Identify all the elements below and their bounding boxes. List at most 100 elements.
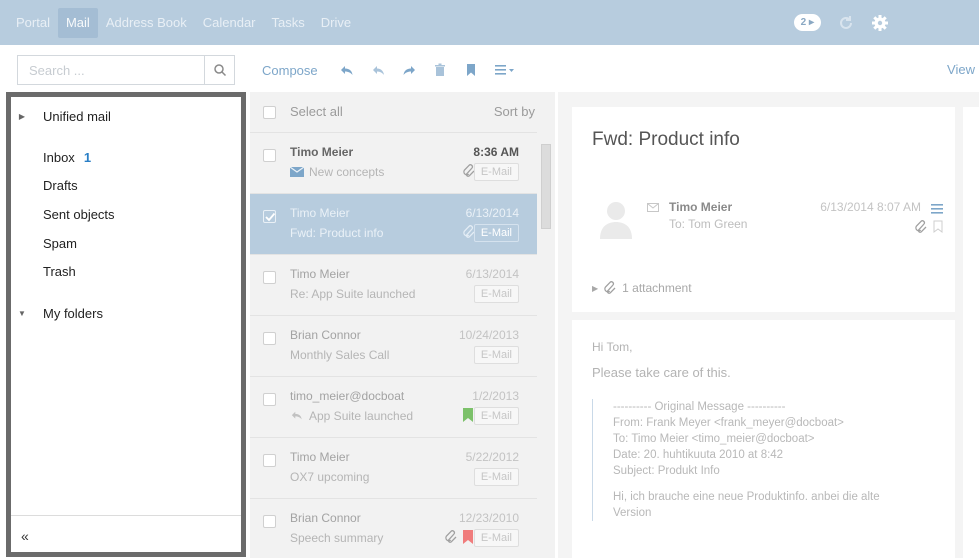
search-button[interactable] — [204, 56, 234, 84]
item-checkbox-checked[interactable] — [263, 210, 276, 223]
quote-line: Date: 20. huhtikuuta 2010 at 8:42 — [613, 449, 784, 461]
mail-date: 10/24/2013 — [458, 328, 519, 342]
mail-list-item[interactable]: Timo Meier 8:36 AM New concepts E-Mail — [250, 132, 537, 193]
folder-label: Spam — [43, 235, 77, 251]
envelope-outline-icon — [647, 203, 659, 212]
mail-detail-card: Fwd: Product info Timo Meier To: Tom Gre… — [572, 107, 955, 558]
folder-label: My folders — [43, 305, 103, 321]
item-checkbox[interactable] — [263, 454, 276, 467]
scrollbar-thumb[interactable] — [541, 144, 551, 229]
quote-line: ---------- Original Message ---------- — [613, 401, 786, 413]
mail-subject: Re: App Suite launched — [290, 287, 416, 301]
quote-line: Subject: Produkt Info — [613, 465, 720, 477]
top-navigation-bar: Portal Mail Address Book Calendar Tasks … — [0, 0, 979, 45]
app-tab-address-book[interactable]: Address Book — [98, 8, 195, 38]
checkmark-icon — [265, 212, 276, 222]
mail-date: 1/2/2013 — [472, 389, 519, 403]
app-tab-calendar[interactable]: Calendar — [195, 8, 264, 38]
mail-subject: New concepts — [309, 165, 385, 179]
reply-all-icon[interactable] — [370, 62, 386, 78]
mail-account-tag: E-Mail — [473, 346, 519, 364]
reply-icon[interactable] — [339, 62, 355, 78]
delete-trash-icon[interactable] — [432, 62, 448, 78]
expand-caret-icon[interactable]: ▶ — [11, 112, 33, 121]
mail-date: 12/23/2010 — [458, 511, 519, 525]
detail-menu-icon[interactable] — [931, 202, 943, 217]
item-checkbox[interactable] — [263, 149, 276, 162]
collapse-caret-icon[interactable]: ▼ — [11, 309, 33, 318]
item-checkbox[interactable] — [263, 515, 276, 528]
mail-list-item[interactable]: timo_meier@docboat 1/2/2013 App Suite la… — [250, 376, 537, 437]
folder-label: Trash — [43, 263, 76, 279]
topbar-actions: 2 ▸ — [793, 0, 889, 45]
mail-subject-row: OX7 upcoming — [290, 470, 369, 484]
folder-my-folders[interactable]: ▼ My folders — [11, 299, 241, 327]
more-actions-menu-icon[interactable] — [494, 62, 518, 78]
mail-list-item[interactable]: Timo Meier 5/22/2012 OX7 upcoming E-Mail — [250, 437, 537, 498]
folder-label: Drafts — [43, 177, 78, 193]
mail-list-item[interactable]: Timo Meier 6/13/2014 Re: App Suite launc… — [250, 254, 537, 315]
search-placeholder: Search ... — [29, 63, 85, 78]
sender-name[interactable]: Timo Meier — [669, 200, 732, 214]
quoted-message-block: ---------- Original Message ---------- F… — [592, 399, 932, 521]
secondary-pane-card — [963, 107, 979, 558]
mail-list-item[interactable]: Brian Connor 12/23/2010 Speech summary E… — [250, 498, 537, 558]
item-checkbox[interactable] — [263, 393, 276, 406]
quote-body: Hi, ich brauche eine neue Produktinfo. a… — [613, 491, 880, 519]
double-chevron-left-icon: « — [21, 528, 29, 544]
select-all-checkbox[interactable] — [263, 106, 276, 119]
folder-unified-mail[interactable]: ▶ Unified mail — [11, 102, 241, 130]
mail-subject: OX7 upcoming — [290, 470, 370, 484]
view-button[interactable]: View — [947, 62, 975, 77]
app-tab-tasks[interactable]: Tasks — [264, 8, 313, 38]
mail-list-scrollbar[interactable] — [540, 134, 552, 554]
mail-subject-row: App Suite launched — [290, 409, 413, 423]
mail-account-tag: E-Mail — [473, 285, 519, 303]
item-checkbox[interactable] — [263, 271, 276, 284]
folder-inbox[interactable]: Inbox 1 — [11, 143, 241, 171]
red-flag-icon — [463, 530, 473, 544]
notification-badge[interactable]: 2 ▸ — [793, 14, 821, 31]
mail-subject: Fwd: Product info — [290, 226, 384, 240]
sort-by-dropdown[interactable]: Sort by — [494, 104, 535, 119]
settings-gear-icon[interactable] — [871, 14, 889, 32]
item-checkbox[interactable] — [263, 332, 276, 345]
search-field[interactable]: Search ... — [17, 55, 235, 85]
mail-list-item[interactable]: Brian Connor 10/24/2013 Monthly Sales Ca… — [250, 315, 537, 376]
replied-arrow-icon — [291, 411, 302, 420]
search-icon — [213, 64, 226, 77]
mail-detail-date: 6/13/2014 8:07 AM — [820, 200, 921, 214]
mail-sender: Timo Meier — [290, 145, 354, 159]
app-tab-portal[interactable]: Portal — [8, 8, 58, 38]
collapse-sidebar-button[interactable]: « — [11, 515, 241, 552]
green-flag-icon — [463, 408, 473, 422]
forward-icon[interactable] — [401, 62, 417, 78]
select-all-label[interactable]: Select all — [290, 104, 343, 119]
mail-list-item-selected[interactable]: Timo Meier 6/13/2014 Fwd: Product info E… — [250, 193, 537, 254]
list-header: Select all Sort by — [250, 92, 555, 132]
mail-list-pane: Select all Sort by Timo Meier 8:36 AM Ne… — [250, 92, 555, 558]
app-tab-mail[interactable]: Mail — [57, 7, 98, 38]
folder-sent-objects[interactable]: Sent objects — [11, 200, 241, 228]
flag-bookmark-icon[interactable] — [463, 62, 479, 78]
paperclip-icon — [915, 220, 927, 233]
detail-meta-icons — [915, 220, 943, 234]
mail-sender: Timo Meier — [290, 206, 350, 220]
mail-account-tag: E-Mail — [473, 529, 519, 547]
app-launcher: Portal Mail Address Book Calendar Tasks … — [8, 0, 359, 45]
compose-button[interactable]: Compose — [262, 63, 318, 78]
mail-date: 8:36 AM — [473, 145, 519, 159]
mail-account-tag: E-Mail — [473, 224, 519, 242]
folder-spam[interactable]: Spam — [11, 229, 241, 257]
app-tab-drive[interactable]: Drive — [313, 8, 359, 38]
mail-sender: Brian Connor — [290, 511, 361, 525]
refresh-icon[interactable] — [837, 14, 855, 32]
folder-trash[interactable]: Trash — [11, 257, 241, 285]
folder-drafts[interactable]: Drafts — [11, 171, 241, 199]
unread-count-badge: 1 — [83, 149, 92, 165]
folder-label: Unified mail — [43, 108, 111, 124]
quote-line: To: Timo Meier <timo_meier@docboat> — [613, 433, 815, 445]
attachments-toggle[interactable]: ▶ 1 attachment — [592, 281, 955, 295]
mail-date: 6/13/2014 — [465, 206, 519, 220]
mail-meta-icons — [463, 408, 473, 422]
